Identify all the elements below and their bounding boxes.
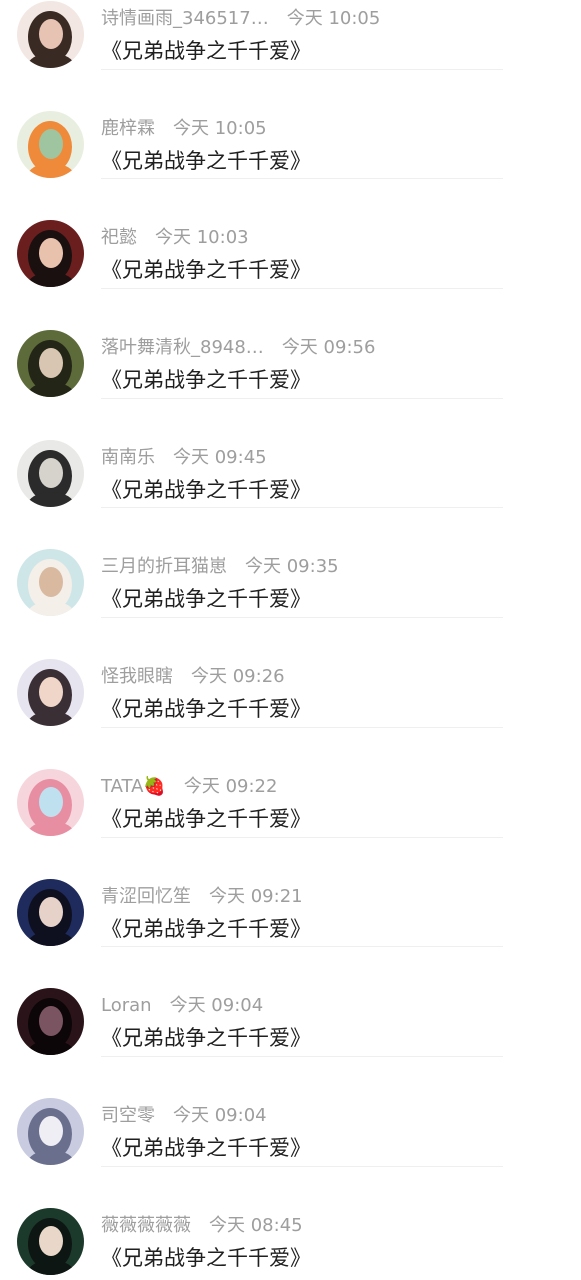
comment-item[interactable]: 三月的折耳猫崽 今天 09:35 《兄弟战争之千千爱》	[0, 506, 581, 619]
comment-text: 《兄弟战争之千千爱》	[101, 368, 311, 393]
avatar[interactable]	[17, 220, 84, 288]
comment-item[interactable]: 鹿梓霖 今天 10:05 《兄弟战争之千千爱》	[0, 68, 581, 180]
comment-username[interactable]: 三月的折耳猫崽	[101, 555, 227, 579]
comment-timestamp: 今天 09:21	[209, 885, 303, 907]
avatar-image	[17, 330, 84, 398]
comment-username[interactable]: 诗情画雨_346517…	[101, 7, 269, 31]
comment-meta: 南南乐 今天 09:45	[101, 446, 267, 470]
comment-username[interactable]: 怪我眼瞎	[101, 665, 173, 689]
comment-meta: 薇薇薇薇薇 今天 08:45	[101, 1214, 303, 1238]
comment-text: 《兄弟战争之千千爱》	[101, 1245, 311, 1270]
avatar[interactable]	[17, 110, 84, 178]
comment-timestamp: 今天 09:22	[183, 775, 278, 797]
comment-timestamp: 今天 08:45	[209, 1214, 303, 1236]
comment-text: 《兄弟战争之千千爱》	[101, 39, 311, 63]
avatar-image	[17, 1097, 84, 1165]
comment-username[interactable]: 青涩回忆笙	[101, 885, 191, 909]
comment-text: 《兄弟战争之千千爱》	[101, 806, 311, 831]
avatar-image	[17, 768, 84, 836]
comment-username[interactable]: 祀懿	[101, 226, 137, 250]
avatar[interactable]	[17, 1097, 84, 1165]
comment-username[interactable]: 司空零	[101, 1104, 155, 1128]
comment-meta: 青涩回忆笙 今天 09:21	[101, 885, 303, 909]
comment-text: 《兄弟战争之千千爱》	[101, 587, 311, 612]
comment-item[interactable]: 怪我眼瞎 今天 09:26 《兄弟战争之千千爱》	[0, 616, 581, 728]
comment-list: 诗情画雨_346517… 今天 10:05 《兄弟战争之千千爱》 鹿梓霖 今天 10:0…	[0, 0, 581, 1275]
comment-meta: 司空零 今天 09:04	[101, 1104, 267, 1128]
comment-timestamp: 今天 10:05	[286, 8, 381, 29]
avatar[interactable]	[17, 1207, 84, 1275]
comment-text: 《兄弟战争之千千爱》	[101, 916, 311, 941]
comment-item[interactable]: TATA🍓 今天 09:22 《兄弟战争之千千爱》	[0, 726, 581, 838]
comment-meta: 怪我眼瞎 今天 09:26	[101, 665, 285, 689]
comment-username[interactable]: 鹿梓霖	[101, 117, 155, 141]
comment-username[interactable]: TATA🍓	[101, 775, 166, 799]
avatar-image	[17, 110, 84, 178]
avatar-image	[17, 878, 84, 946]
comment-timestamp: 今天 09:45	[173, 446, 267, 468]
avatar-image	[17, 549, 84, 617]
comment-timestamp: 今天 09:56	[281, 337, 376, 359]
comment-meta: 三月的折耳猫崽 今天 09:35	[101, 555, 339, 579]
comment-timestamp: 今天 10:05	[173, 117, 267, 139]
comment-item[interactable]: 祀懿 今天 10:03 《兄弟战争之千千爱》	[0, 177, 581, 290]
avatar-image	[17, 220, 84, 288]
comment-text: 《兄弟战争之千千爱》	[101, 258, 311, 283]
comment-text: 《兄弟战争之千千爱》	[101, 148, 311, 173]
avatar[interactable]	[17, 878, 84, 946]
comment-meta: 诗情画雨_346517… 今天 10:05	[101, 7, 380, 31]
comment-item[interactable]: 落叶舞清秋_8948… 今天 09:56 《兄弟战争之千千爱》	[0, 287, 581, 399]
comment-meta: 祀懿 今天 10:03	[101, 226, 249, 250]
avatar[interactable]	[17, 768, 84, 836]
avatar-image	[17, 988, 84, 1056]
comment-timestamp: 今天 09:35	[245, 556, 339, 578]
comment-timestamp: 今天 09:04	[169, 995, 264, 1017]
comment-text: 《兄弟战争之千千爱》	[101, 1026, 311, 1051]
avatar-image	[17, 1207, 84, 1275]
comment-text: 《兄弟战争之千千爱》	[101, 477, 311, 502]
comment-meta: Loran 今天 09:04	[101, 994, 263, 1018]
comment-meta: 鹿梓霖 今天 10:05	[101, 117, 267, 141]
comment-username[interactable]: 南南乐	[101, 446, 155, 470]
avatar[interactable]	[17, 439, 84, 507]
avatar[interactable]	[17, 988, 84, 1056]
comment-username[interactable]: 落叶舞清秋_8948…	[101, 336, 264, 360]
comment-meta: TATA🍓 今天 09:22	[101, 775, 277, 799]
comment-timestamp: 今天 09:04	[173, 1104, 267, 1126]
comment-item[interactable]: 南南乐 今天 09:45 《兄弟战争之千千爱》	[0, 397, 581, 509]
comment-item[interactable]: 诗情画雨_346517… 今天 10:05 《兄弟战争之千千爱》	[0, 0, 581, 70]
avatar[interactable]	[17, 549, 84, 617]
comment-item[interactable]: 薇薇薇薇薇 今天 08:45 《兄弟战争之千千爱》	[0, 1165, 581, 1275]
comment-meta: 落叶舞清秋_8948… 今天 09:56	[101, 336, 375, 360]
comment-text: 《兄弟战争之千千爱》	[101, 1135, 311, 1160]
avatar-image	[17, 439, 84, 507]
avatar-image	[17, 659, 84, 727]
comment-username[interactable]: Loran	[101, 994, 152, 1018]
comment-item[interactable]: Loran 今天 09:04 《兄弟战争之千千爱》	[0, 945, 581, 1057]
comment-item[interactable]: 司空零 今天 09:04 《兄弟战争之千千爱》	[0, 1055, 581, 1167]
avatar[interactable]	[17, 1, 84, 68]
comment-timestamp: 今天 10:03	[155, 227, 249, 249]
avatar-image	[17, 1, 84, 68]
comment-timestamp: 今天 09:26	[191, 666, 285, 688]
comment-username[interactable]: 薇薇薇薇薇	[101, 1214, 191, 1238]
avatar[interactable]	[17, 330, 84, 398]
avatar[interactable]	[17, 659, 84, 727]
comment-text: 《兄弟战争之千千爱》	[101, 697, 311, 722]
comment-item[interactable]: 青涩回忆笙 今天 09:21 《兄弟战争之千千爱》	[0, 836, 581, 948]
